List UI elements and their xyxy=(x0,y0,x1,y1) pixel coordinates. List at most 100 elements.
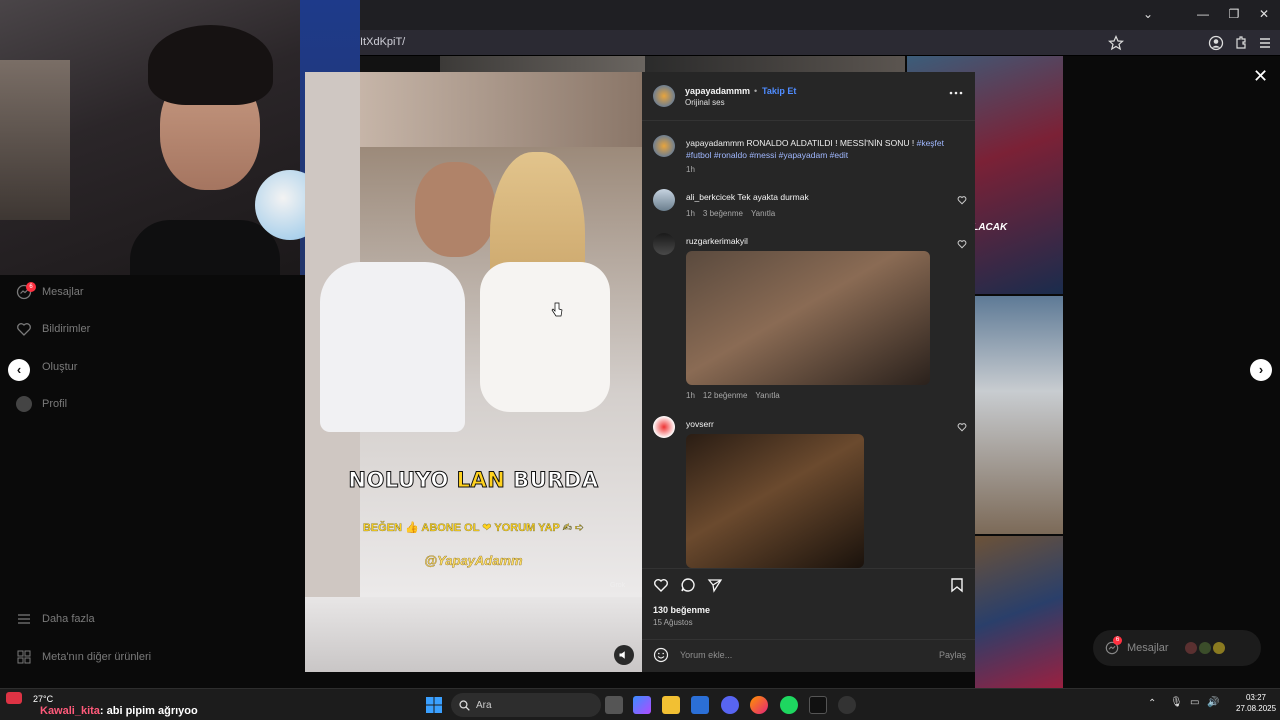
microphone-icon[interactable]: 🎙 xyxy=(1170,697,1183,708)
comment-username[interactable]: ruzgarkerimakyil xyxy=(686,236,748,246)
network-icon[interactable]: ▭ xyxy=(1190,697,1199,708)
post-date: 15 Ağustos xyxy=(653,618,693,627)
copilot-icon[interactable] xyxy=(633,696,651,714)
webcam-person-body xyxy=(130,220,280,275)
feed-tile xyxy=(645,56,905,72)
minimize-button[interactable]: — xyxy=(1195,7,1211,21)
divider xyxy=(642,568,975,569)
avatar xyxy=(1184,642,1197,654)
like-count[interactable]: 130 beğenme xyxy=(653,605,710,615)
sidebar-item-label: Oluştur xyxy=(42,361,78,373)
bookmark-star-icon[interactable] xyxy=(1108,35,1124,51)
reply-button[interactable]: Yanıtla xyxy=(755,391,779,400)
previous-post-button[interactable]: ‹ xyxy=(8,359,30,381)
volume-icon[interactable]: 🔊 xyxy=(1207,697,1219,708)
webcam-person-hair xyxy=(148,25,273,105)
comment-text: Tek ayakta durmak xyxy=(737,192,809,202)
audio-label[interactable]: Orijinal ses xyxy=(685,98,725,107)
maximize-button[interactable]: ❐ xyxy=(1226,7,1242,21)
separator-dot: • xyxy=(754,86,758,96)
weather-temp[interactable]: 27°C xyxy=(33,694,53,704)
post-sidebar: yapayadammm • Takip Et Orijinal ses yapa… xyxy=(642,72,975,672)
feed-tile-stadium[interactable] xyxy=(975,296,1063,534)
overlay-word-highlight: LAN xyxy=(456,468,506,493)
comment-row: ruzgarkerimakyil xyxy=(686,236,748,246)
caption-text: RONALDO ALDATILDI ! MESSİ'NİN SONU ! xyxy=(746,138,915,148)
tab-list-chevron-icon[interactable]: ⌄ xyxy=(1140,7,1156,21)
overlay-word-1: NOLUYO xyxy=(348,468,457,493)
comment-likes[interactable]: 12 beğenme xyxy=(703,391,747,400)
obs-icon[interactable] xyxy=(838,696,856,714)
comment-row: yovserr xyxy=(686,419,714,429)
sidebar-item-profile[interactable]: Profil xyxy=(16,392,67,416)
caption-avatar[interactable] xyxy=(653,135,675,157)
avatar xyxy=(1212,642,1225,654)
comment-input[interactable]: Yorum ekle... xyxy=(680,650,732,660)
comment-row: ali_berkcicek Tek ayakta durmak xyxy=(686,192,809,202)
spotify-icon[interactable] xyxy=(780,696,798,714)
caption-hashtags[interactable]: #futbol #ronaldo #messi #yapayadam #edit xyxy=(686,150,848,160)
avatar-icon xyxy=(16,396,32,412)
windows-taskbar: 27°C Kawali_kita: abi pipim ağrıyoo Ara … xyxy=(0,688,1280,720)
author-avatar[interactable] xyxy=(653,85,675,107)
comment-bubble-icon[interactable] xyxy=(680,577,696,593)
comment-like-heart-icon[interactable] xyxy=(957,422,967,432)
post-comment-button[interactable]: Paylaş xyxy=(939,650,966,660)
sidebar-item-notifications[interactable]: Bildirimler xyxy=(16,317,90,341)
comment-likes[interactable]: 3 beğenme xyxy=(703,209,743,218)
taskbar-search[interactable]: Ara xyxy=(451,693,601,717)
media-watermark: Grok xyxy=(610,582,626,589)
account-icon[interactable] xyxy=(1208,35,1224,51)
firefox-icon[interactable] xyxy=(750,696,768,714)
comment-gif-image[interactable] xyxy=(686,434,864,568)
close-modal-icon[interactable]: ✕ xyxy=(1253,66,1268,87)
clock-date: 27.08.2025 xyxy=(1236,704,1277,713)
caption-hashtag[interactable]: #keşfet xyxy=(917,138,944,148)
comment-username[interactable]: ali_berkcicek xyxy=(686,192,735,202)
next-post-button[interactable]: › xyxy=(1250,359,1272,381)
reply-button[interactable]: Yanıtla xyxy=(751,209,775,218)
windows-start-icon[interactable] xyxy=(425,696,443,714)
save-bookmark-icon[interactable] xyxy=(950,577,964,593)
file-explorer-icon[interactable] xyxy=(662,696,680,714)
comment-avatar[interactable] xyxy=(653,416,675,438)
divider xyxy=(642,120,975,121)
store-icon[interactable] xyxy=(691,696,709,714)
tray-chevron-icon[interactable]: ⌃ xyxy=(1148,698,1156,709)
like-heart-icon[interactable] xyxy=(653,577,669,593)
post-media[interactable]: NOLUYO LAN BURDA BEĞEN 👍 ABONE OL ❤ YORU… xyxy=(305,72,642,672)
comment-time: 1h xyxy=(686,391,695,400)
mute-button[interactable] xyxy=(614,645,634,665)
comment-username[interactable]: yovserr xyxy=(686,419,714,429)
author-username[interactable]: yapayadammm xyxy=(685,86,750,96)
comment-like-heart-icon[interactable] xyxy=(957,195,967,205)
share-send-icon[interactable] xyxy=(707,577,723,593)
feed-tile xyxy=(440,56,645,72)
url-text[interactable]: ItXdKpiT/ xyxy=(360,36,405,48)
sidebar-item-label: Mesajlar xyxy=(42,286,84,298)
caption-username[interactable]: yapayadammm xyxy=(686,138,744,148)
capcut-icon[interactable] xyxy=(809,696,827,714)
comment-like-heart-icon[interactable] xyxy=(957,239,967,249)
discord-icon[interactable] xyxy=(721,696,739,714)
comment-avatar[interactable] xyxy=(653,189,675,211)
weather-icon[interactable] xyxy=(6,692,22,704)
chat-username: Kawali_kita xyxy=(40,705,100,717)
follow-button[interactable]: Takip Et xyxy=(762,86,796,96)
media-overlay-subtitle: BEĞEN 👍 ABONE OL ❤ YORUM YAP ✍ ➪ xyxy=(362,522,585,534)
clock[interactable]: 03:27 27.08.2025 xyxy=(1236,692,1276,714)
comment-meta: 1h 12 beğenme Yanıtla xyxy=(686,391,780,400)
more-icon[interactable] xyxy=(949,90,963,96)
sidebar-item-more[interactable]: Daha fazla xyxy=(16,607,95,631)
comment-avatar[interactable] xyxy=(653,233,675,255)
task-view-icon[interactable] xyxy=(605,696,623,714)
post-caption: yapayadammm RONALDO ALDATILDI ! MESSİ'Nİ… xyxy=(686,137,966,161)
media-top-strip xyxy=(360,72,642,147)
sidebar-item-meta[interactable]: Meta'nın diğer ürünleri xyxy=(16,645,151,669)
emoji-icon[interactable] xyxy=(653,647,669,663)
app-menu-icon[interactable] xyxy=(1257,35,1273,51)
close-window-button[interactable]: ✕ xyxy=(1256,7,1272,21)
feed-tile-ronaldo[interactable] xyxy=(975,536,1063,688)
comment-gif-image[interactable] xyxy=(686,251,930,385)
extensions-icon[interactable] xyxy=(1233,35,1249,51)
